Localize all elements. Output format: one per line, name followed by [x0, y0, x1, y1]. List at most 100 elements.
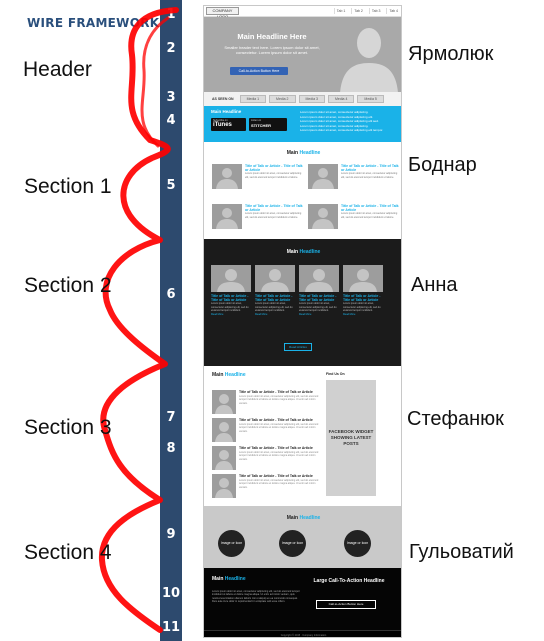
person-thumbnail-icon — [255, 265, 295, 292]
read-more-link[interactable]: Read More — [299, 313, 339, 316]
facebook-widget[interactable]: FACEBOOK WIDGET SHOWING LATEST POSTS — [326, 380, 376, 496]
talk-description: Lorem ipsum dolor sit amet, consectetur … — [341, 212, 398, 219]
podcast-bullets: Lorem ipsum dolor sit amet, consectetur … — [300, 110, 400, 133]
wireframe-title: WIRE FRAMEWORK: — [27, 16, 165, 30]
article-row[interactable]: Title of Talk or Article - Title of Talk… — [212, 390, 322, 414]
person-thumbnail-icon — [308, 164, 338, 189]
person-thumbnail-icon — [212, 204, 242, 229]
image-icon-circle[interactable]: Image or Icon — [344, 530, 371, 557]
person-thumbnail-icon — [212, 164, 242, 189]
article-card[interactable]: Title of Talk or Article - Title of Talk… — [255, 265, 295, 316]
top-bar: COMPANY LOGO Tab 1 Tab 2 Tab 3 Tab 4 — [204, 6, 401, 19]
nav-tab-2[interactable]: Tab 2 — [351, 8, 365, 14]
article-row[interactable]: Title of Talk or Article - Title of Talk… — [212, 418, 322, 442]
section-number-7: 7 — [166, 410, 176, 425]
itunes-label: iTunes — [213, 122, 232, 128]
read-more-link[interactable]: Read More — [255, 313, 295, 316]
circle-label: Image or Icon — [220, 541, 243, 546]
person-thumbnail-icon — [211, 265, 251, 292]
section-number-bar: 1 2 3 4 5 6 7 8 9 10 11 — [160, 0, 182, 641]
headline-accent: Headline — [299, 515, 321, 521]
section-number-10: 10 — [161, 586, 181, 601]
article-description: Lorem ipsum dolor sit amet, consectetur … — [299, 302, 337, 312]
article-title: Title of Talk or Article - Title of Talk… — [239, 446, 313, 450]
media-logo-2: Media 2 — [269, 95, 296, 103]
section-4: Main Headline Image or Icon Image or Ico… — [204, 506, 401, 568]
label-section-3: Section 3 — [24, 416, 112, 439]
article-title: Title of Talk or Article - Title of Talk… — [239, 390, 313, 394]
label-section-2: Section 2 — [24, 274, 112, 297]
section-number-11: 11 — [161, 620, 181, 635]
bullet-item: Lorem ipsum dolor sit amet, consectetur … — [300, 128, 384, 132]
section-3: Main Headline Title of Talk or Article -… — [204, 366, 401, 506]
article-description: Lorem ipsum dolor sit amet, consectetur … — [239, 395, 319, 405]
article-description: Lorem ipsum dolor sit amet, consectetur … — [255, 302, 293, 312]
media-logo-3: Media 3 — [298, 95, 325, 103]
read-more-link[interactable]: Read More — [343, 313, 383, 316]
section-number-9: 9 — [166, 527, 176, 542]
section-1-headline: Main Headline — [204, 150, 401, 156]
headline-main: Main — [212, 576, 224, 582]
hero-cta-button[interactable]: Call-to-Action Button Here — [230, 67, 288, 75]
image-icon-circle[interactable]: Image or Icon — [218, 530, 245, 557]
person-thumbnail-icon — [308, 204, 338, 229]
talk-title: Title of Talk or Article - Title of Talk… — [245, 204, 303, 212]
article-title: Title of Talk or Article - Title of Talk… — [299, 294, 337, 302]
article-card[interactable]: Title of Talk or Article - Title of Talk… — [211, 265, 251, 316]
section-1: Main Headline Title of Talk or Article -… — [204, 142, 401, 239]
footer-cta: Main Headline Lorem ipsum dolor sit amet… — [204, 568, 401, 630]
article-description: Lorem ipsum dolor sit amet, consectetur … — [239, 479, 319, 489]
headline-accent: Headline — [224, 576, 246, 582]
nav-tab-3[interactable]: Tab 3 — [368, 8, 383, 14]
article-title: Title of Talk or Article - Title of Talk… — [255, 294, 293, 302]
read-articles-button[interactable]: Read Articles — [284, 343, 312, 351]
footer-cta-button[interactable]: Call-to-Action Button Here — [316, 600, 376, 609]
talk-description: Lorem ipsum dolor sit amet, consectetur … — [245, 172, 302, 179]
person-thumbnail-icon — [299, 265, 339, 292]
headline-main: Main — [286, 150, 299, 156]
person-thumbnail-icon — [212, 390, 236, 414]
section-number-6: 6 — [166, 287, 176, 302]
article-row[interactable]: Title of Talk or Article - Title of Talk… — [212, 474, 322, 498]
nav-tab-4[interactable]: Tab 4 — [386, 8, 400, 14]
article-description: Lorem ipsum dolor sit amet, consectetur … — [239, 423, 319, 433]
headline-main: Main — [286, 249, 299, 255]
widget-label: FACEBOOK WIDGET SHOWING LATEST POSTS — [328, 429, 374, 446]
podcast-headline: Main Headline — [211, 109, 242, 114]
footer-cta-headline: Large Call-To-Action Headline — [313, 578, 385, 584]
article-row[interactable]: Title of Talk or Article - Title of Talk… — [212, 446, 322, 470]
article-card[interactable]: Title of Talk or Article - Title of Talk… — [299, 265, 339, 316]
media-logo-1: Media 1 — [239, 95, 267, 103]
media-logo-4: Media 4 — [327, 95, 355, 103]
footer-headline: Main Headline — [212, 576, 246, 582]
section-4-headline: Main Headline — [204, 515, 401, 521]
stitcher-label: STITCHER — [251, 123, 271, 128]
name-label-1: Ярмолюк — [408, 43, 494, 65]
article-description: Lorem ipsum dolor sit amet, consectetur … — [211, 302, 249, 312]
stitcher-button[interactable]: Listen on STITCHER — [249, 118, 287, 131]
name-label-2: Боднар — [408, 154, 477, 176]
talk-title: Title of Talk or Article - Title of Talk… — [341, 164, 399, 172]
talk-title: Title of Talk or Article - Title of Talk… — [341, 204, 399, 212]
name-label-4: Стефанюк — [407, 408, 504, 430]
section-3-headline: Main Headline — [212, 372, 246, 378]
footer-description: Lorem ipsum dolor sit amet, consectetur … — [212, 590, 300, 604]
article-description: Lorem ipsum dolor sit amet, consectetur … — [239, 451, 319, 461]
nav-tab-1[interactable]: Tab 1 — [333, 8, 348, 14]
article-title: Title of Talk or Article - Title of Talk… — [343, 294, 381, 302]
talk-description: Lorem ipsum dolor sit amet, consectetur … — [245, 212, 302, 219]
read-more-link[interactable]: Read More — [211, 313, 251, 316]
headline-main: Main — [212, 372, 224, 378]
circle-label: Image or Icon — [346, 541, 369, 546]
article-title: Title of Talk or Article - Title of Talk… — [239, 474, 313, 478]
copyright-bar: Copyright © 2015 · Company Information — [204, 630, 401, 637]
company-logo[interactable]: COMPANY LOGO — [206, 7, 239, 19]
itunes-button[interactable]: Subscribe on iTunes — [211, 118, 246, 131]
circle-label: Image or Icon — [281, 541, 304, 546]
headline-main: Main — [286, 515, 299, 521]
website-wireframe: COMPANY LOGO Tab 1 Tab 2 Tab 3 Tab 4 Mai… — [203, 5, 402, 638]
image-icon-circle[interactable]: Image or Icon — [279, 530, 306, 557]
section-number-3: 3 — [166, 90, 176, 105]
article-card[interactable]: Title of Talk or Article - Title of Talk… — [343, 265, 383, 316]
section-number-4: 4 — [166, 113, 176, 128]
